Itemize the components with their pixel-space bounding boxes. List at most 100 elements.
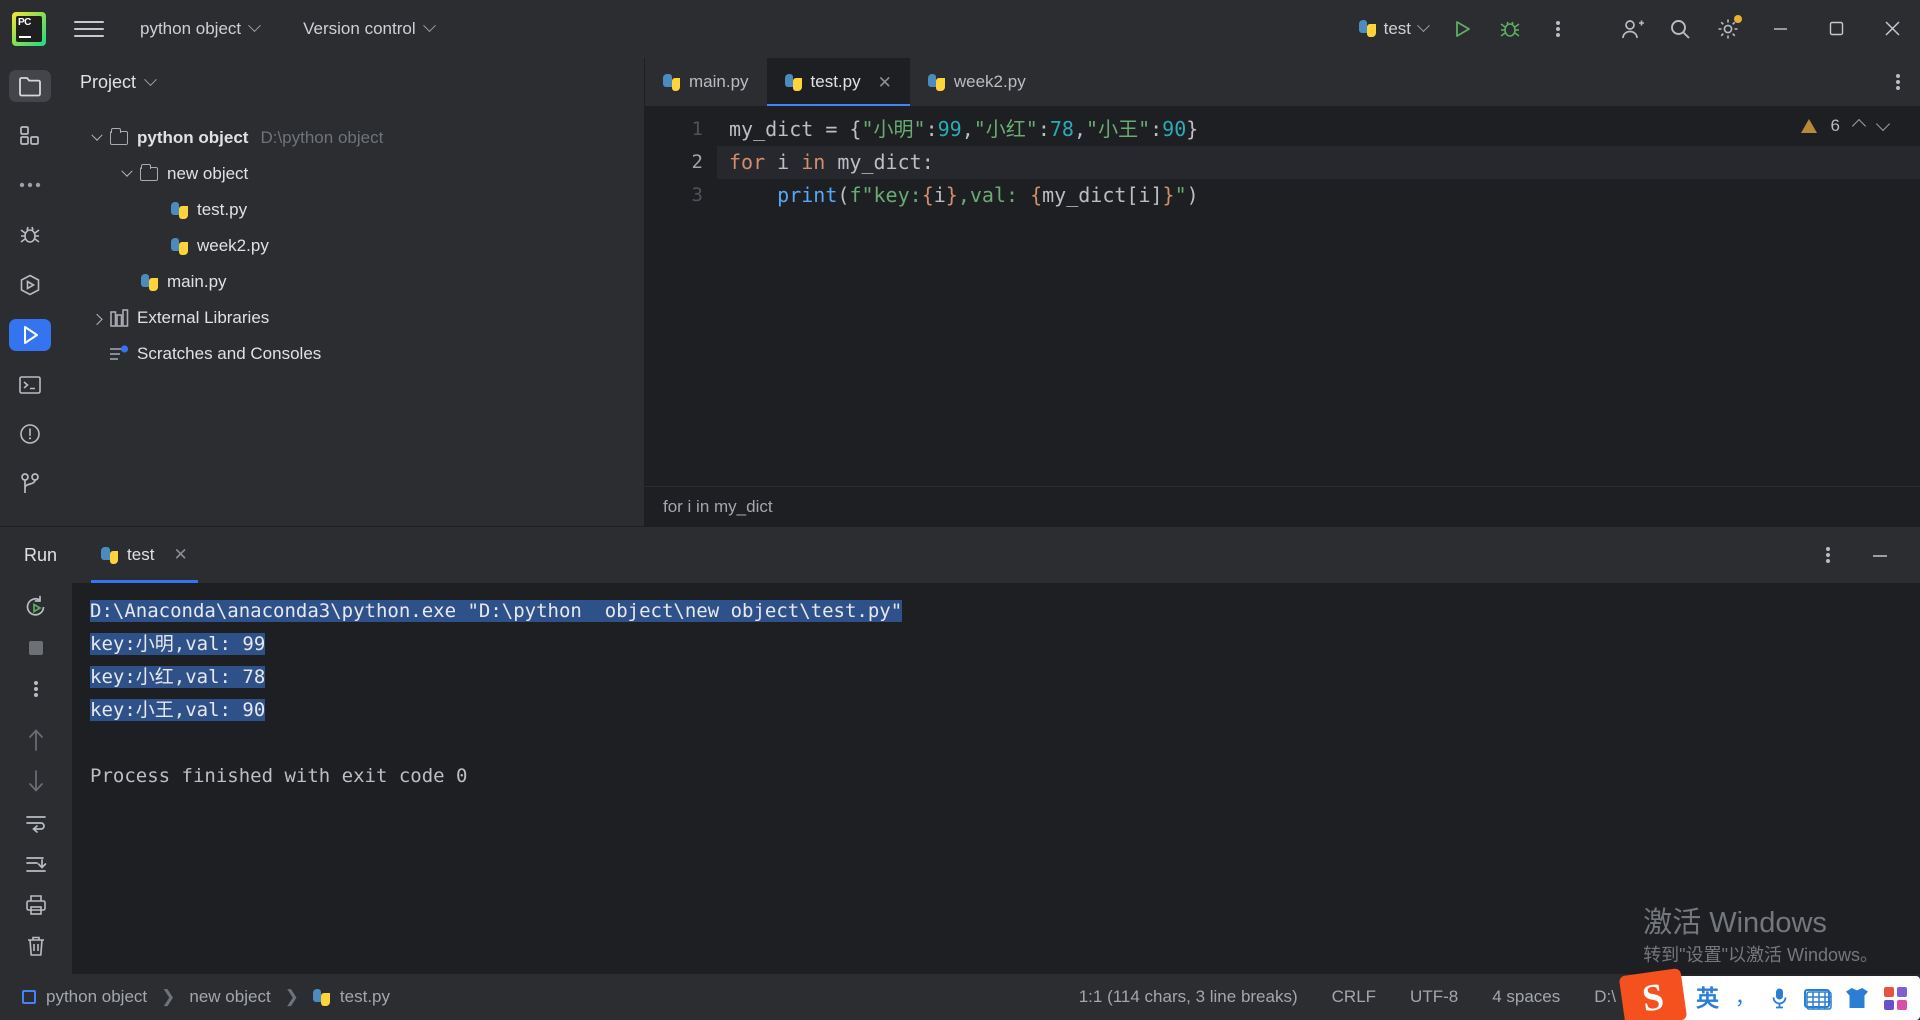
project-tool-icon[interactable] xyxy=(9,70,51,102)
tree-node[interactable]: test.py xyxy=(60,192,644,228)
editor-tab[interactable]: main.py xyxy=(645,58,767,106)
print-icon[interactable] xyxy=(16,892,56,919)
ime-mode-toggle[interactable]: 英 xyxy=(1696,986,1719,1010)
structure-tool-icon[interactable] xyxy=(9,120,51,152)
run-tab-test[interactable]: test ✕ xyxy=(91,527,198,583)
module-icon xyxy=(22,990,36,1004)
code-token: { xyxy=(921,183,934,207)
run-configuration-selector[interactable]: test xyxy=(1349,14,1438,44)
keyboard-icon[interactable] xyxy=(1804,988,1832,1010)
minimize-run-panel-icon[interactable] xyxy=(1858,533,1902,577)
next-problem-icon[interactable] xyxy=(1875,116,1891,132)
ime-punctuation-toggle[interactable]: ， xyxy=(1735,988,1755,1008)
library-icon xyxy=(108,309,130,327)
code-line[interactable]: print(f"key:{i},val: {my_dict[i]}") xyxy=(717,179,1920,212)
inspection-widget[interactable]: 6 xyxy=(1794,112,1894,140)
tree-node[interactable]: new object xyxy=(60,156,644,192)
search-icon[interactable] xyxy=(1658,7,1702,51)
down-arrow-icon[interactable] xyxy=(16,768,56,795)
close-icon[interactable]: ✕ xyxy=(173,545,187,565)
run-more-options-icon[interactable] xyxy=(16,675,56,702)
up-arrow-icon[interactable] xyxy=(16,727,56,754)
version-control-menu-button[interactable]: Version control xyxy=(295,14,441,44)
settings-gear-icon[interactable] xyxy=(1706,7,1750,51)
tree-expander[interactable] xyxy=(86,313,108,326)
run-panel-options-icon[interactable] xyxy=(1806,533,1850,577)
line-separator-indicator[interactable]: CRLF xyxy=(1332,987,1376,1007)
code-content[interactable]: my_dict = {"小明":99,"小红":78,"小王":90} for i… xyxy=(717,106,1920,486)
code-token: : xyxy=(925,117,938,141)
more-tool-windows-icon[interactable] xyxy=(9,170,51,202)
run-tool-window: Run test ✕ D:\Anaconda\anaconda3\python.… xyxy=(0,526,1920,974)
debug-button[interactable] xyxy=(1488,7,1532,51)
run-tool-icon[interactable] xyxy=(9,318,51,351)
console-selected-text: D:\Anaconda\anaconda3\python.exe "D:\pyt… xyxy=(90,600,903,622)
console-selected-text: key:小明,val: 99 xyxy=(90,633,266,655)
tree-node[interactable]: Scratches and Consoles xyxy=(60,336,644,372)
clear-all-icon[interactable] xyxy=(16,933,56,960)
console-line: D:\Anaconda\anaconda3\python.exe "D:\pyt… xyxy=(72,595,1920,628)
tree-node[interactable]: week2.py xyxy=(60,228,644,264)
pycharm-logo-icon: PC xyxy=(12,11,46,46)
rerun-icon[interactable] xyxy=(16,593,56,620)
encoding-indicator[interactable]: UTF-8 xyxy=(1410,987,1458,1007)
run-button[interactable] xyxy=(1440,7,1484,51)
editor-tab[interactable]: week2.py xyxy=(910,58,1044,106)
project-menu-button[interactable]: python object xyxy=(132,14,267,44)
previous-problem-icon[interactable] xyxy=(1851,118,1867,134)
sogou-ime-toolbar[interactable]: S 英 ， xyxy=(1618,967,1920,1020)
status-breadcrumb-file[interactable]: test.py xyxy=(307,984,396,1010)
caret-position-indicator[interactable]: 1:1 (114 chars, 3 line breaks) xyxy=(1079,987,1298,1007)
project-panel-header[interactable]: Project xyxy=(60,58,644,106)
tree-node[interactable]: python object D:\python object xyxy=(60,120,644,156)
maximize-window-button[interactable] xyxy=(1808,0,1864,58)
minimize-window-button[interactable] xyxy=(1752,0,1808,58)
skin-icon[interactable] xyxy=(1846,988,1868,1008)
code-line[interactable]: my_dict = {"小明":99,"小红":78,"小王":90} xyxy=(717,113,1920,146)
terminal-tool-icon[interactable] xyxy=(9,369,51,401)
breadcrumb-separator-icon: ❯ xyxy=(284,987,299,1006)
tree-node[interactable]: main.py xyxy=(60,264,644,300)
debug-tool-icon[interactable] xyxy=(9,219,51,251)
code-token: : xyxy=(921,150,934,174)
close-window-button[interactable] xyxy=(1864,0,1920,58)
code-token: } xyxy=(1162,183,1175,207)
chevron-down-icon[interactable] xyxy=(91,129,103,141)
status-breadcrumb-project[interactable]: python object xyxy=(16,984,153,1010)
indent-indicator[interactable]: 4 spaces xyxy=(1492,987,1560,1007)
code-token: : xyxy=(1150,117,1163,141)
run-configurations-icon[interactable] xyxy=(9,269,51,301)
apps-icon[interactable] xyxy=(1884,986,1907,1010)
mic-icon[interactable] xyxy=(1771,987,1788,1009)
scroll-to-end-icon[interactable] xyxy=(16,850,56,877)
soft-wrap-icon[interactable] xyxy=(16,809,56,836)
sogou-brand-letter: S xyxy=(1639,975,1667,1020)
tree-node[interactable]: External Libraries xyxy=(60,300,644,336)
python-file-icon xyxy=(1358,20,1376,37)
more-actions-button[interactable] xyxy=(1536,7,1580,51)
close-icon[interactable]: ✕ xyxy=(878,74,892,91)
breadcrumb-separator-icon: ❯ xyxy=(161,987,176,1006)
editor-tabs-options-icon[interactable] xyxy=(1876,58,1920,106)
console-selected-text: key:小王,val: 90 xyxy=(90,699,266,721)
version-control-tool-icon[interactable] xyxy=(9,468,51,500)
chevron-down-icon[interactable] xyxy=(121,165,133,177)
editor-tab[interactable]: test.py ✕ xyxy=(766,58,911,106)
status-breadcrumb-folder[interactable]: new object xyxy=(183,984,276,1010)
account-icon[interactable] xyxy=(1610,7,1654,51)
code-token: for xyxy=(729,150,778,174)
tree-expander[interactable] xyxy=(116,165,138,178)
tree-expander[interactable] xyxy=(86,129,108,142)
stop-icon[interactable] xyxy=(16,634,56,661)
tree-node-path: D:\python object xyxy=(260,128,384,147)
chevron-right-icon[interactable] xyxy=(91,313,103,326)
code-line[interactable]: for i in my_dict: xyxy=(717,146,1920,179)
hamburger-icon[interactable] xyxy=(74,20,104,37)
path-indicator[interactable]: D:\ xyxy=(1594,987,1616,1007)
python-file-icon xyxy=(168,201,190,219)
problems-tool-icon[interactable] xyxy=(9,418,51,450)
folder-icon xyxy=(138,163,160,181)
chevron-down-icon xyxy=(248,19,262,33)
code-editor[interactable]: 123 my_dict = {"小明":99,"小红":78,"小王":90} f… xyxy=(645,106,1920,486)
editor-breadcrumb: for i in my_dict xyxy=(645,486,1920,526)
